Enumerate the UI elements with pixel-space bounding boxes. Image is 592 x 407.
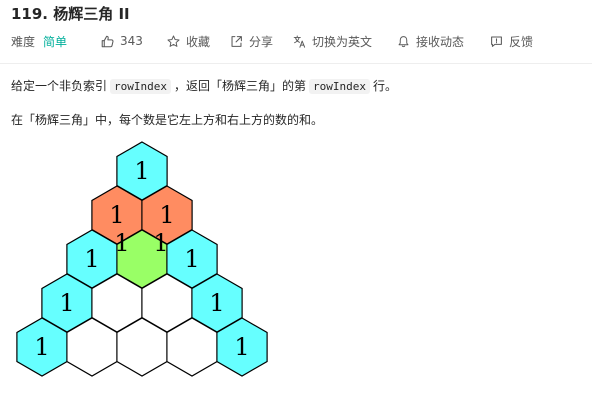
- hex-value: 1: [184, 245, 199, 273]
- sum-operand-label: 1: [153, 229, 168, 257]
- sum-operand-label: 1: [114, 229, 129, 257]
- pascal-triangle-figure: 11 11 11 11 11 1: [16, 141, 268, 377]
- hex-value: 1: [209, 289, 224, 317]
- hex-value: 1: [159, 201, 174, 229]
- hex-value: 1: [134, 157, 149, 185]
- hex-value: 1: [84, 245, 99, 273]
- hex-value: 1: [109, 201, 124, 229]
- hex-value: 1: [59, 289, 74, 317]
- hex-value: 1: [34, 333, 49, 361]
- hex-value: 1: [234, 333, 249, 361]
